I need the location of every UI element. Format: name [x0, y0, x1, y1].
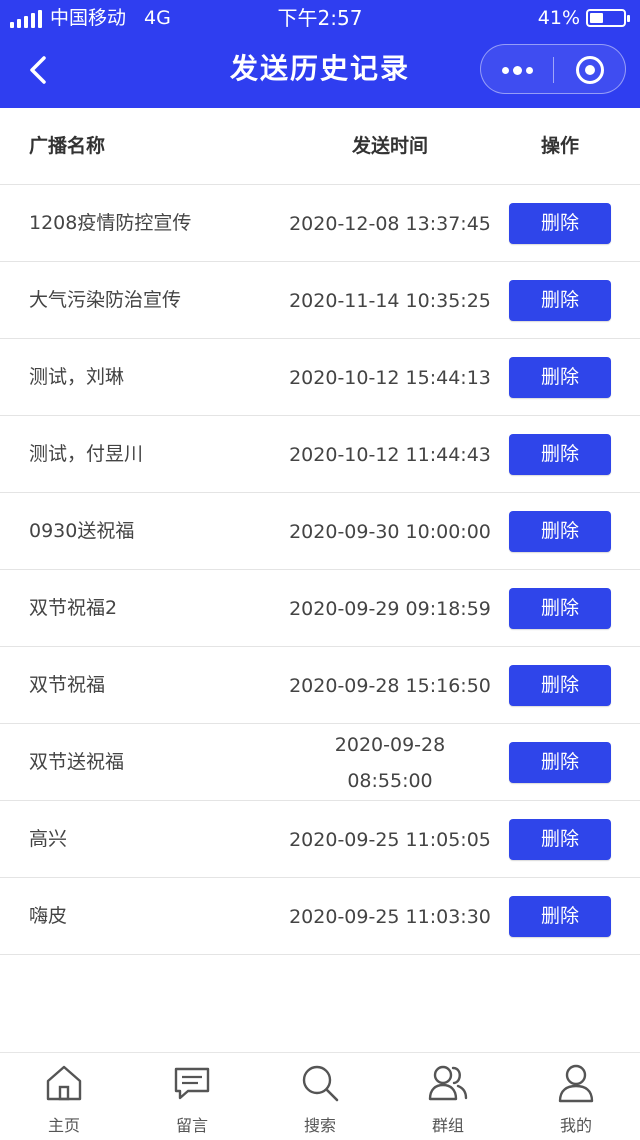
tab-groups[interactable]: 群组: [384, 1053, 512, 1140]
delete-button[interactable]: 删除: [509, 665, 611, 706]
mini-program-capsule: [480, 44, 626, 94]
send-time-line: 08:55:00: [347, 769, 433, 792]
table-row: 双节送祝福 2020-09-28 08:55:00 删除: [0, 724, 640, 801]
tab-search[interactable]: 搜索: [256, 1053, 384, 1140]
delete-button[interactable]: 删除: [509, 896, 611, 937]
more-button[interactable]: [481, 45, 553, 95]
status-right: 41%: [537, 0, 630, 36]
message-icon: [174, 1067, 210, 1100]
tab-profile[interactable]: 我的: [512, 1053, 640, 1140]
send-time: 2020-11-14 10:35:25: [270, 262, 510, 339]
close-mini-program-button[interactable]: [554, 45, 626, 95]
send-time-line: 2020-09-30 10:00:00: [289, 520, 491, 543]
tab-bar: 主页 留言 搜索 群组 我的: [0, 1052, 640, 1139]
delete-button[interactable]: 删除: [509, 203, 611, 244]
send-time-line: 2020-10-12 15:44:13: [289, 366, 491, 389]
top-bar: 中国移动 4G 下午2:57 41% 发送历史记录: [0, 0, 640, 108]
table-row: 测试，刘琳 2020-10-12 15:44:13 删除: [0, 339, 640, 416]
search-icon: [302, 1065, 339, 1102]
send-time-line: 2020-09-28 15:16:50: [289, 674, 491, 697]
send-time-line: 2020-09-25 11:05:05: [289, 828, 491, 851]
send-time: 2020-09-30 10:00:00: [270, 493, 510, 570]
history-list: 1208疫情防控宣传 2020-12-08 13:37:45 删除 大气污染防治宣传 2…: [0, 185, 640, 955]
tab-home[interactable]: 主页: [0, 1053, 128, 1140]
target-icon: [576, 56, 604, 84]
home-icon: [46, 1065, 82, 1101]
send-time: 2020-09-28 08:55:00: [270, 724, 510, 801]
table-row: 双节祝福 2020-09-28 15:16:50 删除: [0, 647, 640, 724]
send-time-line: 2020-12-08 13:37:45: [289, 212, 491, 235]
delete-button[interactable]: 删除: [509, 280, 611, 321]
delete-button[interactable]: 删除: [509, 511, 611, 552]
tab-label: 留言: [175, 1116, 208, 1135]
delete-button[interactable]: 删除: [509, 357, 611, 398]
table-row: 测试，付昱川 2020-10-12 11:44:43 删除: [0, 416, 640, 493]
send-time: 2020-10-12 11:44:43: [270, 416, 510, 493]
column-header-operation: 操作: [540, 135, 579, 157]
broadcast-name: 大气污染防治宣传: [29, 289, 182, 311]
send-time: 2020-12-08 13:37:45: [270, 185, 510, 262]
status-bar: 中国移动 4G 下午2:57 41%: [0, 0, 640, 36]
broadcast-name: 双节祝福: [29, 674, 106, 696]
send-time-line: 2020-09-25 11:03:30: [289, 905, 491, 928]
battery-fill: [590, 13, 604, 23]
send-time: 2020-09-25 11:05:05: [270, 801, 510, 878]
send-time: 2020-09-29 09:18:59: [270, 570, 510, 647]
table-row: 高兴 2020-09-25 11:05:05 删除: [0, 801, 640, 878]
tab-label: 主页: [47, 1116, 80, 1135]
group-icon: [428, 1065, 468, 1101]
broadcast-name: 双节祝福2: [29, 597, 118, 619]
send-time-line: 2020-11-14 10:35:25: [289, 289, 491, 312]
table-row: 0930送祝福 2020-09-30 10:00:00 删除: [0, 493, 640, 570]
broadcast-name: 测试，付昱川: [29, 443, 144, 465]
tab-label: 搜索: [303, 1116, 336, 1135]
table-row: 大气污染防治宣传 2020-11-14 10:35:25 删除: [0, 262, 640, 339]
table-row: 嗨皮 2020-09-25 11:03:30 删除: [0, 878, 640, 955]
table-row: 双节祝福2 2020-09-29 09:18:59 删除: [0, 570, 640, 647]
table-header: 广播名称 发送时间 操作: [0, 108, 640, 185]
broadcast-name: 1208疫情防控宣传: [29, 212, 192, 234]
column-header-time: 发送时间: [351, 135, 428, 157]
tab-messages[interactable]: 留言: [128, 1053, 256, 1140]
send-time: 2020-09-25 11:03:30: [270, 878, 510, 955]
broadcast-name: 高兴: [29, 828, 68, 850]
nav-bar: 发送历史记录: [0, 36, 640, 108]
send-time: 2020-10-12 15:44:13: [270, 339, 510, 416]
send-time-line: 2020-10-12 11:44:43: [289, 443, 491, 466]
delete-button[interactable]: 删除: [509, 588, 611, 629]
send-time-line: 2020-09-29 09:18:59: [289, 597, 491, 620]
user-icon: [558, 1064, 594, 1103]
more-dot-icon: [512, 65, 522, 75]
send-time-line: 2020-09-28: [334, 733, 446, 756]
broadcast-name: 测试，刘琳: [29, 366, 125, 388]
broadcast-name: 0930送祝福: [29, 520, 135, 542]
column-header-name: 广播名称: [29, 135, 106, 157]
delete-button[interactable]: 删除: [509, 819, 611, 860]
send-time: 2020-09-28 15:16:50: [270, 647, 510, 724]
broadcast-name: 双节送祝福: [29, 751, 125, 773]
table-row: 1208疫情防控宣传 2020-12-08 13:37:45 删除: [0, 185, 640, 262]
delete-button[interactable]: 删除: [509, 742, 611, 783]
more-dot-icon: [525, 66, 533, 74]
broadcast-name: 嗨皮: [29, 905, 68, 927]
battery-percent: 41%: [537, 7, 580, 29]
delete-button[interactable]: 删除: [509, 434, 611, 475]
more-dot-icon: [501, 66, 509, 74]
tab-label: 我的: [559, 1116, 592, 1135]
battery-icon: [586, 9, 630, 27]
tab-label: 群组: [431, 1116, 464, 1135]
